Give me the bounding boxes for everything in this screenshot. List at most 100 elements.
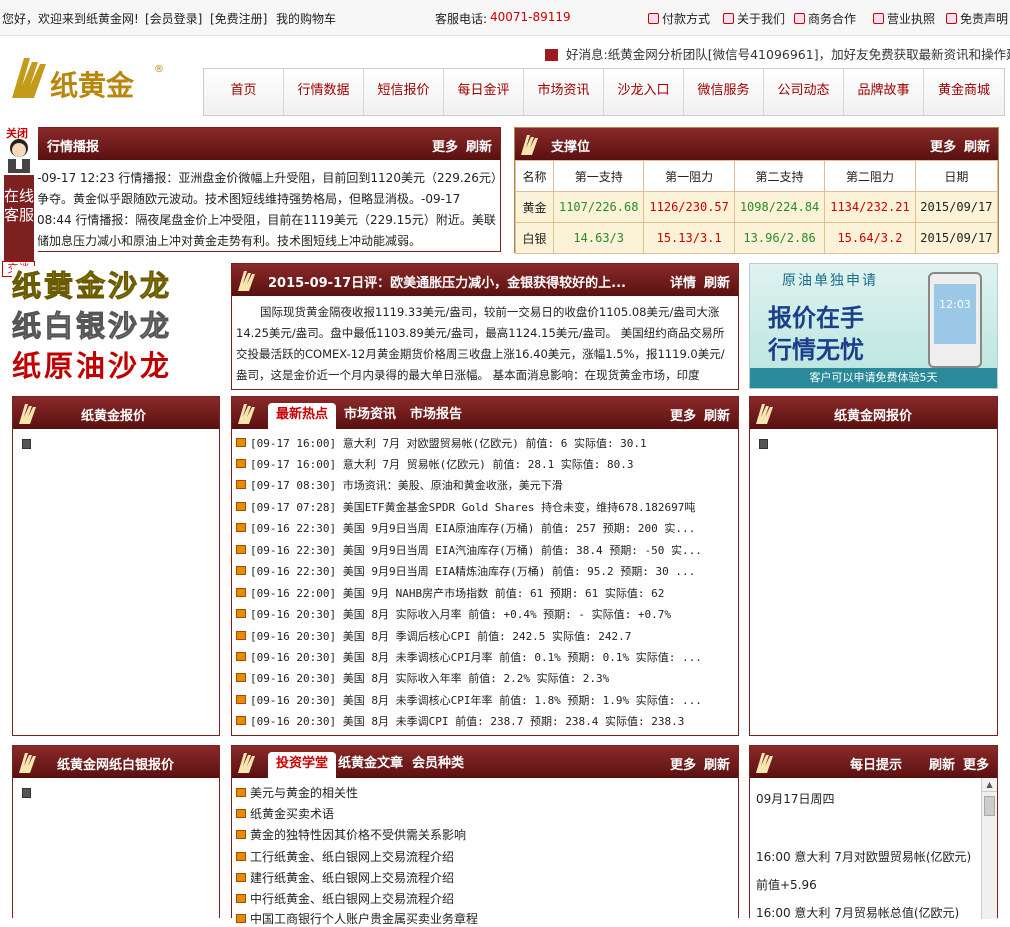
nav-market-news[interactable]: 市场资讯 <box>524 69 604 115</box>
tab-market-report[interactable]: 市场报告 <box>402 403 470 429</box>
details-link[interactable]: 详情 <box>670 276 696 291</box>
list-item[interactable]: 黄金的独特性因其价格不受供需关系影响 <box>236 826 466 843</box>
refresh-link[interactable]: 刷新 <box>964 140 990 155</box>
news-bar[interactable]: 好消息:纸黄金网分析团队[微信号41096961]，加好友免费获取最新资讯和操作… <box>545 44 1010 63</box>
paper-silver-quote-panel: 纸黄金网纸白银报价 <box>12 745 220 918</box>
refresh-link[interactable]: 刷新 <box>704 409 730 424</box>
nav-brand[interactable]: 品牌故事 <box>844 69 924 115</box>
market-broadcast-panel: 行情播报 更多 刷新 -09-17 12:23 行情播报：亚洲盘金价微幅上升受阻，… <box>10 127 501 252</box>
disclaimer-link[interactable]: 免责声明 <box>946 10 1008 27</box>
refresh-link[interactable]: 刷新 <box>704 758 730 773</box>
nav-daily-review[interactable]: 每日金评 <box>444 69 524 115</box>
brand-mark-icon <box>238 271 255 291</box>
bullet-icon <box>236 438 246 447</box>
bullet-icon <box>236 673 246 682</box>
tab-investment-school[interactable]: 投资学堂 <box>268 752 337 778</box>
oil-trial-ad[interactable]: 原油单独申请 报价在手 行情无忧 12:03 客户可以申请免费体验5天 <box>749 263 998 389</box>
list-item[interactable]: [09-16 20:30] 美国 8月 实际收入年率 前值: 2.2% 实际值:… <box>236 670 609 686</box>
bullet-icon <box>236 566 246 575</box>
list-item[interactable]: 中国工商银行个人账户贵金属买卖业务章程 <box>236 910 478 927</box>
tips-scrollbar[interactable]: ▲ <box>981 778 997 919</box>
list-item[interactable]: [09-16 20:30] 美国 8月 实际收入月率 前值: +0.4% 预期:… <box>236 606 671 622</box>
scroll-up-icon: ▲ <box>982 778 997 792</box>
list-item[interactable]: [09-16 20:30] 美国 8月 未季调CPI 前值: 238.7 预期:… <box>236 713 684 729</box>
bullet-icon <box>236 830 246 839</box>
nav-salon[interactable]: 沙龙入口 <box>604 69 684 115</box>
promo-line-gold: 纸黄金沙龙 <box>12 269 173 304</box>
list-item[interactable]: [09-16 22:30] 美国 9月9日当周 EIA原油库存(万桶) 前值: … <box>236 520 695 536</box>
nav-shop[interactable]: 黄金商城 <box>924 69 1004 115</box>
bullet-icon <box>236 459 246 468</box>
more-link[interactable]: 更多 <box>432 140 458 155</box>
list-item[interactable]: 工行纸黄金、纸白银网上交易流程介绍 <box>236 848 454 865</box>
list-item[interactable]: 建行纸黄金、纸白银网上交易流程介绍 <box>236 869 454 886</box>
list-item[interactable]: 美元与黄金的相关性 <box>236 784 358 801</box>
table-header-row: 名称 第一支持 第一阻力 第二支持 第二阻力 日期 <box>515 160 999 192</box>
panel-header: 投资学堂 纸黄金文章 会员种类 更多 刷新 <box>232 746 738 778</box>
tab-latest-hot[interactable]: 最新热点 <box>268 403 337 429</box>
list-item[interactable]: 中行纸黄金、纸白银网上交易流程介绍 <box>236 890 454 907</box>
bullet-icon <box>236 788 246 797</box>
nav-sms-quote[interactable]: 短信报价 <box>364 69 444 115</box>
bullet-icon <box>236 545 246 554</box>
cart-link[interactable]: 我的购物车 <box>276 10 336 27</box>
refresh-link[interactable]: 刷新 <box>466 140 492 155</box>
info-icon <box>723 13 734 24</box>
list-item[interactable]: [09-16 22:30] 美国 9月9日当周 EIA汽油库存(万桶) 前值: … <box>236 542 702 558</box>
panel-header: 纸黄金网报价 <box>750 397 997 429</box>
bullet-icon <box>236 852 246 861</box>
login-link[interactable]: [会员登录] <box>145 10 202 27</box>
business-link[interactable]: 商务合作 <box>794 10 856 27</box>
list-item[interactable]: [09-16 20:30] 美国 8月 未季调核心CPI年率 前值: 1.8% … <box>236 692 702 708</box>
bullet-icon <box>236 695 246 704</box>
list-item[interactable]: 纸黄金买卖术语 <box>236 805 334 822</box>
home-icon <box>873 13 884 24</box>
payment-link[interactable]: 付款方式 <box>648 10 710 27</box>
panel-title: 每日提示 <box>850 758 903 773</box>
nav-market-data[interactable]: 行情数据 <box>284 69 364 115</box>
salon-promo-banner[interactable]: 纸黄金沙龙 纸白银沙龙 纸原油沙龙 <box>12 266 220 388</box>
online-service-widget[interactable]: 关闭 在线客服 交谈 <box>0 125 38 277</box>
more-link[interactable]: 更多 <box>670 758 696 773</box>
panel-header: 纸黄金网纸白银报价 <box>13 746 219 778</box>
panel-actions: 更多 刷新 <box>662 405 730 424</box>
license-link[interactable]: 营业执照 <box>873 10 935 27</box>
phone-icon: 12:03 <box>928 272 982 368</box>
tab-gold-articles[interactable]: 纸黄金文章 <box>330 752 411 778</box>
logo-text: 纸黄金 <box>50 69 135 102</box>
edit-icon <box>794 13 805 24</box>
refresh-link[interactable]: 刷新 <box>929 758 955 773</box>
more-link[interactable]: 更多 <box>930 140 956 155</box>
list-item[interactable]: [09-17 16:00] 意大利 7月 对欧盟贸易帐(亿欧元) 前值: 6 实… <box>236 435 647 451</box>
promo-line-oil: 纸原油沙龙 <box>12 349 173 383</box>
panel-actions: 刷新 更多 <box>921 754 989 773</box>
brand-mark-icon <box>756 404 773 424</box>
list-item[interactable]: [09-16 22:00] 美国 9月 NAHB房产市场指数 前值: 61 预期… <box>236 585 664 601</box>
refresh-link[interactable]: 刷新 <box>704 276 730 291</box>
tab-market-news[interactable]: 市场资讯 <box>336 403 404 429</box>
bullet-icon <box>236 914 246 923</box>
about-link[interactable]: 关于我们 <box>723 10 785 27</box>
tips-line: 16:00 意大利 7月对欧盟贸易帐(亿欧元) <box>756 850 972 864</box>
nav-company[interactable]: 公司动态 <box>764 69 844 115</box>
more-link[interactable]: 更多 <box>963 758 989 773</box>
list-item[interactable]: [09-16 22:30] 美国 9月9日当周 EIA精炼油库存(万桶) 前值:… <box>236 563 695 579</box>
list-item[interactable]: [09-16 20:30] 美国 8月 未季调核心CPI月率 前值: 0.1% … <box>236 649 702 665</box>
register-link[interactable]: [免费注册] <box>210 10 267 27</box>
quote-placeholder-icon <box>22 439 31 449</box>
nav-wechat[interactable]: 微信服务 <box>684 69 764 115</box>
speaker-icon <box>545 49 558 61</box>
list-item[interactable]: [09-17 07:28] 美国ETF黄金基金SPDR Gold Shares … <box>236 499 695 515</box>
market-text: -09-17 12:23 行情播报：亚洲盘金价微幅上升受阻，目前回到1120美元… <box>37 171 497 248</box>
nav-home[interactable]: 首页 <box>204 69 284 115</box>
list-item[interactable]: [09-17 16:00] 意大利 7月 贸易帐(亿欧元) 前值: 28.1 实… <box>236 456 634 472</box>
more-link[interactable]: 更多 <box>670 409 696 424</box>
list-item[interactable]: [09-17 08:30] 市场资讯：美股、原油和黄金收涨，美元下滑 <box>236 477 563 493</box>
bullet-icon <box>236 652 246 661</box>
tab-member-types[interactable]: 会员种类 <box>404 752 472 778</box>
daily-tips-panel: 每日提示 刷新 更多 09月17日周四 16:00 意大利 7月对欧盟贸易帐(亿欧… <box>749 745 998 920</box>
daily-review-title[interactable]: 2015-09-17日评：欧美通胀压力减小，金银获得较好的上... <box>268 272 638 291</box>
brand-mark-icon <box>521 135 538 155</box>
site-logo[interactable]: 纸黄金 ® <box>8 50 168 106</box>
list-item[interactable]: [09-16 20:30] 美国 8月 季调后核心CPI 前值: 242.5 实… <box>236 628 631 644</box>
